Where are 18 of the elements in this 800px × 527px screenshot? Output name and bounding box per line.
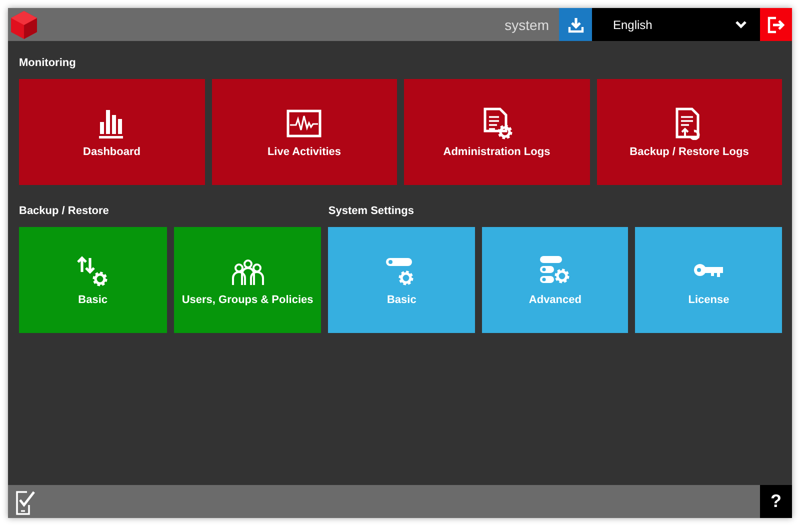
- download-button[interactable]: [559, 8, 592, 41]
- section-heading: System Settings: [328, 204, 415, 219]
- menu-tile[interactable]: Live Activities: [212, 79, 397, 185]
- logout-icon: [767, 16, 785, 34]
- section-heading: Monitoring: [19, 56, 77, 71]
- menu-tile[interactable]: Users, Groups & Policies: [174, 227, 322, 333]
- language-dropdown[interactable]: English: [592, 8, 760, 41]
- menu-tile[interactable]: Administration Logs: [404, 79, 590, 185]
- download-icon: [568, 16, 584, 32]
- menu-tile[interactable]: Dashboard: [19, 79, 204, 185]
- menu-tile[interactable]: Backup / Restore Logs: [596, 79, 782, 185]
- logout-button[interactable]: [760, 8, 792, 41]
- username: system: [504, 16, 550, 32]
- chevron-down-icon: [735, 20, 747, 29]
- section-heading: Backup / Restore: [19, 204, 110, 219]
- help-button[interactable]: ?: [760, 485, 792, 518]
- menu-tile[interactable]: Basic: [19, 227, 167, 333]
- cube-logo-icon: [10, 10, 38, 40]
